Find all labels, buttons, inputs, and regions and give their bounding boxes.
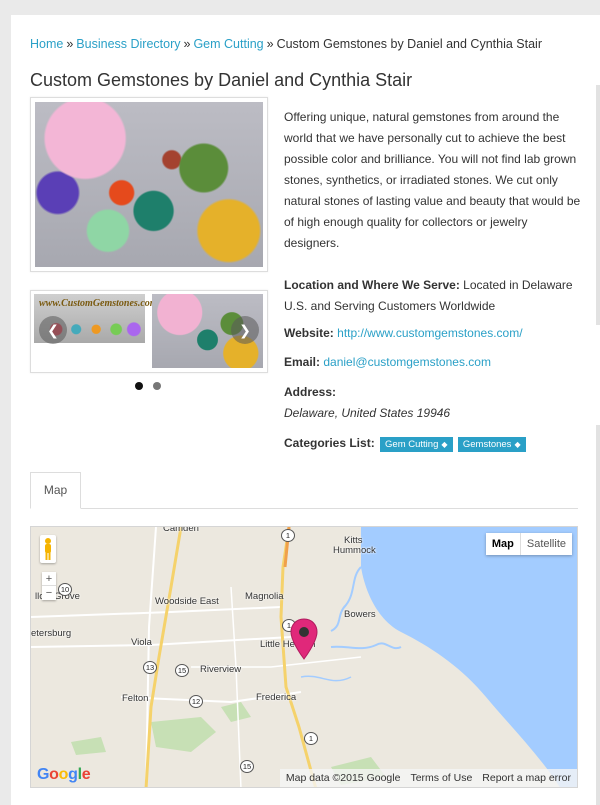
address-label: Address: (284, 385, 337, 399)
route-shield: 12 (189, 695, 203, 708)
map-place-label: Bowers (344, 609, 376, 620)
page-title: Custom Gemstones by Daniel and Cynthia S… (30, 70, 413, 90)
map-place-label: Magnolia (245, 591, 284, 602)
category-tag-gem-cutting[interactable]: Gem Cutting ◆ (380, 437, 453, 452)
route-shield: 15 (240, 760, 254, 773)
breadcrumb: Home» Business Directory» Gem Cutting» Cust… (30, 37, 542, 51)
route-shield: 10 (58, 583, 72, 596)
google-logo: Google (37, 766, 91, 783)
website-info: Website: http://www.customgemstones.com/ (284, 323, 584, 344)
map-place-label: Viola (131, 637, 152, 648)
location-info: Location and Where We Serve: Located in … (284, 275, 584, 317)
breadcrumb-current: Custom Gemstones by Daniel and Cynthia S… (276, 37, 542, 51)
breadcrumb-separator: » (66, 37, 74, 51)
email-label: Email: (284, 355, 321, 369)
category-tag-label: Gemstones (462, 439, 512, 450)
street-view-pegman-icon[interactable] (40, 535, 56, 563)
map-place-label: etersburg (31, 628, 72, 639)
route-shield: 15 (175, 664, 189, 677)
map-widget[interactable]: Camden Kitts Hummock llow Grove Woodside… (30, 526, 578, 788)
map-type-map-button[interactable]: Map (486, 533, 521, 555)
location-pin-icon[interactable] (289, 618, 319, 660)
listing-description: Offering unique, natural gemstones from … (284, 110, 581, 250)
map-place-label: Frederica (256, 692, 297, 703)
route-shield: 1 (304, 732, 318, 745)
chevron-right-icon[interactable]: ❯ (231, 316, 259, 344)
thumbnail-logo-text: www.CustomGemstones.com (39, 298, 158, 309)
map-type-satellite-button[interactable]: Satellite (521, 533, 572, 555)
chevron-left-icon[interactable]: ❮ (39, 316, 67, 344)
sidebar-edge (596, 85, 600, 325)
map-place-label: Hummock (333, 545, 376, 556)
map-place-label: Camden (163, 526, 199, 534)
breadcrumb-separator: » (183, 37, 191, 51)
zoom-in-button[interactable]: + (42, 572, 56, 586)
email-link[interactable]: daniel@customgemstones.com (323, 355, 491, 369)
map-place-label: Riverview (200, 664, 242, 675)
email-info: Email: daniel@customgemstones.com (284, 352, 584, 373)
carousel-dot-active[interactable] (135, 382, 143, 390)
tag-icon: ◆ (441, 440, 448, 449)
gemstones-photo (35, 102, 263, 267)
carousel-pagination (135, 377, 171, 395)
map-place-label: Felton (122, 693, 149, 704)
map-footer: Map data ©2015 Google Terms of Use Repor… (279, 769, 577, 787)
tabs-divider (30, 508, 578, 509)
location-label: Location and Where We Serve: (284, 278, 460, 292)
carousel-dot[interactable] (153, 382, 161, 390)
map-data-credit: Map data ©2015 Google (285, 772, 401, 784)
address-value: Delaware, United States 19946 (284, 406, 451, 420)
website-label: Website: (284, 326, 334, 340)
map-report-error-link[interactable]: Report a map error (482, 772, 571, 784)
tab-map[interactable]: Map (30, 472, 81, 509)
page-content: Home» Business Directory» Gem Cutting» Cust… (11, 15, 600, 805)
map-terms-link[interactable]: Terms of Use (410, 772, 472, 784)
map-place-label: Woodside East (155, 596, 219, 607)
main-gallery-image[interactable] (30, 97, 268, 272)
categories-info: Categories List: Gem Cutting ◆ Gemstones ◆ (284, 433, 584, 454)
breadcrumb-separator: » (266, 37, 274, 51)
breadcrumb-category-link[interactable]: Gem Cutting (193, 37, 263, 51)
map-zoom-control: + − (42, 572, 56, 600)
categories-label: Categories List: (284, 436, 375, 450)
route-shield: 1 (281, 529, 295, 542)
zoom-out-button[interactable]: − (42, 586, 56, 600)
category-tag-gemstones[interactable]: Gemstones ◆ (457, 437, 526, 452)
category-tag-label: Gem Cutting (385, 439, 439, 450)
address-info: Address: Delaware, United States 19946 (284, 382, 584, 424)
sidebar-edge (596, 425, 600, 805)
breadcrumb-directory-link[interactable]: Business Directory (76, 37, 180, 51)
website-link[interactable]: http://www.customgemstones.com/ (337, 326, 522, 340)
tag-icon: ◆ (514, 440, 521, 449)
route-shield: 13 (143, 661, 157, 674)
breadcrumb-home-link[interactable]: Home (30, 37, 63, 51)
map-type-control: Map Satellite (485, 533, 572, 555)
